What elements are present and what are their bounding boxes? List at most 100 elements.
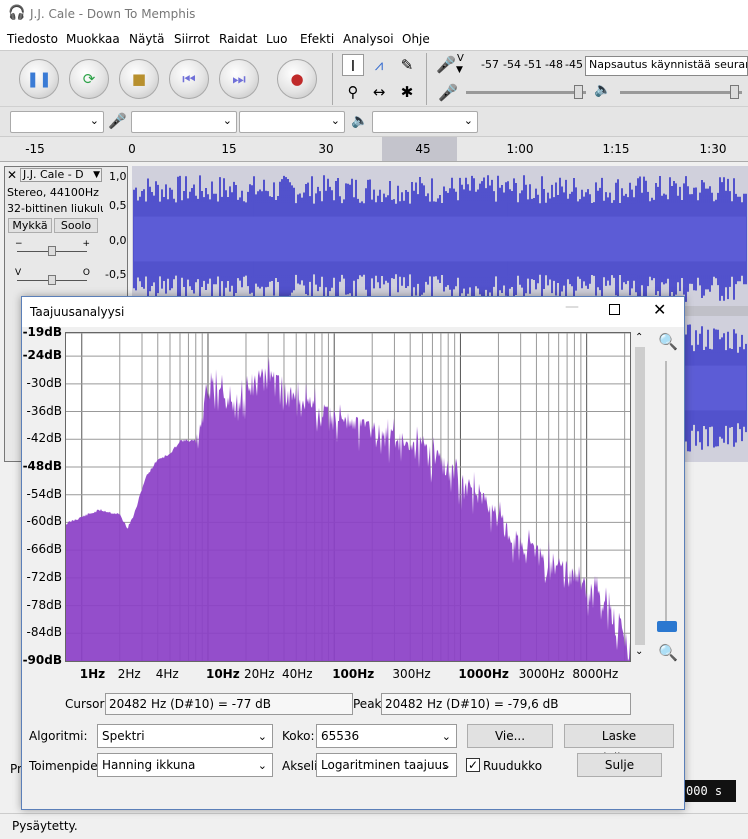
multi-tool-button[interactable]: ✱ [396,81,418,103]
pencil-icon: ✎ [400,56,414,74]
zoom-in-icon[interactable]: 🔍 [658,332,678,351]
record-meter[interactable]: -57 -54 -51 -48 -45 Napsautus käynnistää… [468,55,748,77]
record-volume-slider[interactable] [466,85,586,99]
grid-checkbox[interactable]: ✓ [466,758,480,772]
amplitude-scale-label: -0,5 [105,268,127,281]
envelope-tool-button[interactable]: ⩘ [368,54,390,76]
chevron-down-icon: ▼ [93,170,100,180]
pause-button[interactable]: ❚❚ [19,59,59,99]
menu-item-generate[interactable]: Luo [266,32,287,46]
scroll-down-icon[interactable]: ⌄ [635,646,643,657]
window-titlebar: 🎧 J.J. Cale - Down To Memphis [0,0,748,30]
timeshift-tool-button[interactable]: ↔ [368,81,390,103]
slider-thumb[interactable] [48,275,56,285]
chevron-down-icon: ⌄ [330,114,340,127]
spectrum-graphic [66,332,630,662]
ruler-label: 1:15 [602,142,630,156]
peak-readout: 20482 Hz (D#10) = -79,6 dB [381,693,631,715]
close-icon[interactable]: ✕ [653,300,666,319]
envelope-icon: ⩘ [374,56,384,74]
frequency-tick-label: 1000Hz [458,667,509,681]
checkmark-icon: ✓ [467,758,479,772]
zoom-slider-thumb[interactable] [657,621,677,632]
meter-hint-tooltip: Napsautus käynnistää seurannan [585,56,748,76]
menu-item-analyze[interactable]: Analysoi [343,32,394,46]
meter-tick: -51 [524,58,542,71]
db-tick-label: -19dB [22,325,62,339]
vertical-scrollbar[interactable]: ⌃ ⌄ [633,332,647,662]
close-button[interactable]: Sulje [577,753,662,777]
microphone-icon: 🎤 [108,112,127,130]
pan-slider[interactable]: V O [15,268,90,285]
menu-item-effect[interactable]: Efekti [300,32,334,46]
slider-thumb[interactable] [574,85,583,99]
menu-item-edit[interactable]: Muokkaa [66,32,120,46]
amplitude-scale-label: 0,5 [109,199,127,212]
record-icon: ● [290,70,304,88]
cursor-readout: 20482 Hz (D#10) = -77 dB [105,693,353,715]
playback-device-select[interactable]: ⌄ [372,111,478,133]
export-button[interactable]: Vie... [467,724,553,748]
menu-item-tracks[interactable]: Raidat [219,32,257,46]
i-beam-icon: I [350,57,356,75]
skip-end-button[interactable]: ⏭ [219,59,259,99]
function-label: Toimenpide [29,759,98,773]
speaker-icon: 🔈 [351,113,369,129]
recording-channels-select[interactable]: ⌄ [239,111,345,133]
record-button[interactable]: ● [277,59,317,99]
frequency-tick-label: 3000Hz [518,667,565,681]
scroll-up-icon[interactable]: ⌃ [635,332,643,343]
zoom-out-icon[interactable]: 🔍 [658,643,678,662]
menu-item-file[interactable]: Tiedosto [7,32,58,46]
menu-item-view[interactable]: Näytä [129,32,165,46]
zoom-tool-button[interactable]: ⚲ [342,81,364,103]
algorithm-select[interactable]: Spektri ⌄ [97,724,273,748]
gain-slider[interactable]: − + [15,239,90,256]
skip-start-button[interactable]: ⏮ [169,59,209,99]
mute-button[interactable]: Mykkä [8,218,52,233]
solo-button[interactable]: Soolo [54,218,98,233]
skip-forward-icon: ⏭ [232,70,246,88]
minimize-icon[interactable]: — [565,299,579,315]
track-close-icon[interactable]: ✕ [7,168,17,182]
recording-device-select[interactable]: ⌄ [131,111,237,133]
track-name-menu[interactable]: J.J. Cale - D ▼ [20,168,102,182]
function-select[interactable]: Hanning ikkuna ⌄ [97,753,273,777]
size-select[interactable]: 65536 ⌄ [316,724,457,748]
menu-item-transport[interactable]: Siirrot [174,32,210,46]
stop-button[interactable]: ■ [119,59,159,99]
db-tick-label: -72dB [26,569,62,584]
chevron-down-icon: ⌄ [441,759,451,772]
spectrum-plot[interactable] [65,332,631,662]
left-label: V [15,268,22,278]
slider-thumb[interactable] [48,246,56,256]
selection-tool-button[interactable]: I [342,54,364,76]
axis-select[interactable]: Logaritminen taajuus ⌄ [316,753,457,777]
zoom-slider-track[interactable] [665,361,667,631]
db-tick-label: -66dB [26,542,62,557]
db-tick-label: -24dB [22,348,62,363]
meter-tick: -57 [481,58,499,71]
cursor-label: Cursor: [65,697,109,711]
audio-host-select[interactable]: ⌄ [10,111,104,133]
track-format: Stereo, 44100Hz [7,186,99,199]
ruler-label: -15 [25,142,45,156]
slider-thumb[interactable] [730,85,739,99]
meter-menu-arrow[interactable]: ▼ [456,65,463,75]
recalculate-button[interactable]: Laske uudelleen... [564,724,674,765]
dialog-titlebar: Taajuusanalyysi — ✕ [22,297,684,327]
chevron-down-icon: ⌄ [257,759,267,772]
menu-item-help[interactable]: Ohje [402,32,430,46]
playback-volume-slider[interactable] [620,85,742,99]
loop-play-button[interactable]: ⟳ [69,59,109,99]
db-tick-label: -90dB [22,653,62,667]
ruler-label: 0 [128,142,136,156]
timeline-ruler[interactable]: -15 0 15 30 45 1:00 1:15 1:30 [0,136,748,162]
selection-end-time[interactable]: 000 s [684,780,736,802]
maximize-icon[interactable] [609,304,620,315]
frequency-tick-label: 8000Hz [572,667,619,681]
scroll-thumb[interactable] [635,347,645,645]
draw-tool-button[interactable]: ✎ [396,54,418,76]
device-toolbar: ⌄ 🎤 ⌄ ⌄ 🔈 ⌄ [0,106,748,136]
frequency-tick-label: 100Hz [332,667,375,681]
